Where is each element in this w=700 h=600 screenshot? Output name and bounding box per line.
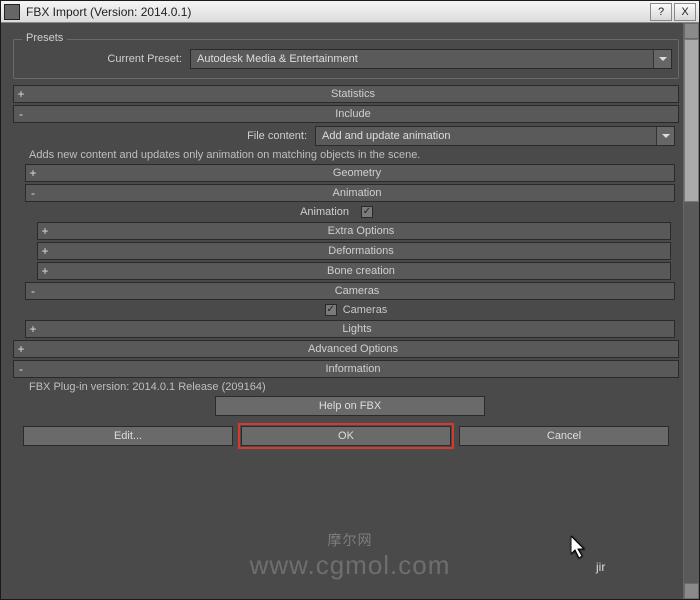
lights-section[interactable]: + Lights <box>25 320 675 338</box>
geometry-section[interactable]: + Geometry <box>25 164 675 182</box>
help-button[interactable]: ? <box>650 3 672 21</box>
extra-options-section[interactable]: + Extra Options <box>37 222 671 240</box>
titlebar-buttons: ? X <box>650 3 696 21</box>
ok-button[interactable]: OK <box>241 426 451 446</box>
cameras-label: Cameras <box>40 285 674 297</box>
edit-button[interactable]: Edit... <box>23 426 233 446</box>
expand-icon[interactable]: + <box>38 264 52 278</box>
file-content-dropdown[interactable]: Add and update animation <box>315 126 675 146</box>
cameras-section[interactable]: - Cameras <box>25 282 675 300</box>
cameras-body: Cameras <box>37 304 671 316</box>
advanced-options-section[interactable]: + Advanced Options <box>13 340 679 358</box>
scroll-track[interactable] <box>684 39 699 583</box>
file-content-row: File content: Add and update animation <box>25 126 675 146</box>
expand-icon[interactable]: + <box>14 342 28 356</box>
expand-icon[interactable]: + <box>14 87 28 101</box>
current-preset-row: Current Preset: Autodesk Media & Enterta… <box>20 49 672 69</box>
geometry-label: Geometry <box>40 167 674 179</box>
scroll-thumb[interactable] <box>684 39 699 202</box>
file-content-value: Add and update animation <box>322 130 450 142</box>
window-title: FBX Import (Version: 2014.0.1) <box>26 5 650 19</box>
plugin-version-text: FBX Plug-in version: 2014.0.1 Release (2… <box>25 381 675 393</box>
help-on-fbx-button[interactable]: Help on FBX <box>215 396 485 416</box>
scroll-up-arrow-icon[interactable] <box>684 23 699 39</box>
file-content-label: File content: <box>25 130 315 142</box>
bone-creation-label: Bone creation <box>52 265 670 277</box>
current-preset-label: Current Preset: <box>20 53 190 65</box>
animation-label: Animation <box>40 187 674 199</box>
fbx-import-window: FBX Import (Version: 2014.0.1) ? X Prese… <box>0 0 700 600</box>
advanced-options-label: Advanced Options <box>28 343 678 355</box>
content-area: Presets Current Preset: Autodesk Media &… <box>1 23 683 599</box>
window-body: Presets Current Preset: Autodesk Media &… <box>1 23 699 599</box>
collapse-icon[interactable]: - <box>14 107 28 121</box>
titlebar: FBX Import (Version: 2014.0.1) ? X <box>1 1 699 23</box>
statistics-label: Statistics <box>28 88 678 100</box>
include-section[interactable]: - Include <box>13 105 679 123</box>
collapse-icon[interactable]: - <box>26 186 40 200</box>
expand-icon[interactable]: + <box>38 244 52 258</box>
deformations-label: Deformations <box>52 245 670 257</box>
vertical-scrollbar[interactable] <box>683 23 699 599</box>
presets-group: Presets Current Preset: Autodesk Media &… <box>13 39 679 79</box>
cameras-chk-label: Cameras <box>343 304 388 316</box>
chevron-down-icon[interactable] <box>653 50 671 68</box>
footer-row: Edit... OK Cancel <box>13 422 679 450</box>
presets-label: Presets <box>22 32 67 44</box>
cameras-checkbox-row: Cameras <box>37 304 671 316</box>
expand-icon[interactable]: + <box>26 166 40 180</box>
cancel-button[interactable]: Cancel <box>459 426 669 446</box>
collapse-icon[interactable]: - <box>26 284 40 298</box>
cameras-checkbox[interactable] <box>325 304 337 316</box>
expand-icon[interactable]: + <box>38 224 52 238</box>
animation-checkbox[interactable] <box>361 206 373 218</box>
animation-section[interactable]: - Animation <box>25 184 675 202</box>
expand-icon[interactable]: + <box>26 322 40 336</box>
information-label: Information <box>28 363 678 375</box>
include-body: File content: Add and update animation A… <box>25 126 675 338</box>
include-label: Include <box>28 108 678 120</box>
overlay-text: jir <box>596 560 605 574</box>
bone-creation-section[interactable]: + Bone creation <box>37 262 671 280</box>
statistics-section[interactable]: + Statistics <box>13 85 679 103</box>
deformations-section[interactable]: + Deformations <box>37 242 671 260</box>
current-preset-dropdown[interactable]: Autodesk Media & Entertainment <box>190 49 672 69</box>
animation-body: Animation + Extra Options + Deformations… <box>37 206 671 280</box>
lights-label: Lights <box>40 323 674 335</box>
animation-checkbox-row: Animation <box>37 206 671 218</box>
file-content-hint: Adds new content and updates only animat… <box>25 149 675 161</box>
information-section[interactable]: - Information <box>13 360 679 378</box>
chevron-down-icon[interactable] <box>656 127 674 145</box>
animation-chk-label: Animation <box>37 206 357 218</box>
current-preset-value: Autodesk Media & Entertainment <box>197 53 358 65</box>
close-button[interactable]: X <box>674 3 696 21</box>
collapse-icon[interactable]: - <box>14 362 28 376</box>
app-icon <box>4 4 20 20</box>
extra-options-label: Extra Options <box>52 225 670 237</box>
information-body: FBX Plug-in version: 2014.0.1 Release (2… <box>25 381 675 416</box>
scroll-down-arrow-icon[interactable] <box>684 583 699 599</box>
